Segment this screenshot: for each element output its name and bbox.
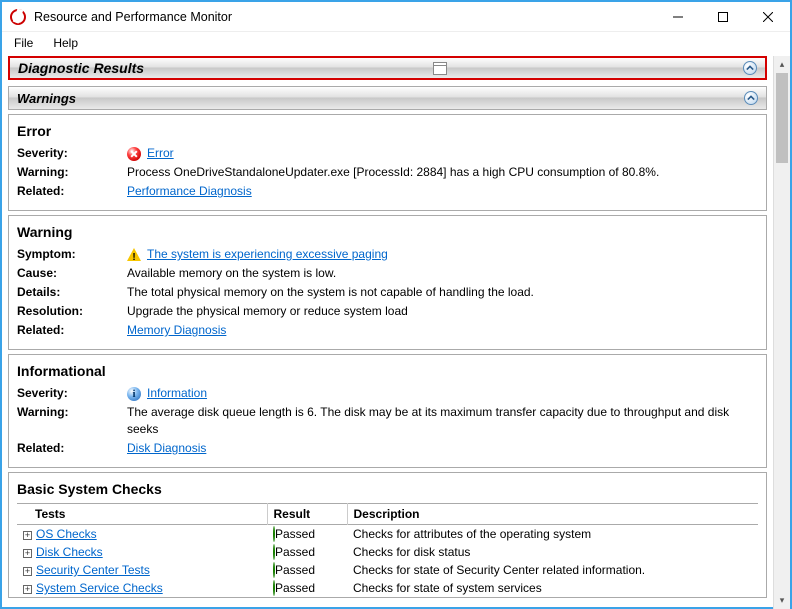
- test-name-link[interactable]: Security Center Tests: [36, 563, 150, 577]
- symptom-link[interactable]: The system is experiencing excessive pag…: [147, 246, 388, 263]
- report-content: Diagnostic Results Warnings Error Severi…: [2, 56, 773, 609]
- info-icon: [127, 387, 141, 401]
- test-name-link[interactable]: Disk Checks: [36, 545, 103, 559]
- label-warning: Warning:: [17, 164, 127, 181]
- related-link-performance[interactable]: Performance Diagnosis: [127, 183, 252, 200]
- panel-heading: Informational: [17, 363, 758, 379]
- warning-text: Process OneDriveStandaloneUpdater.exe [P…: [127, 164, 758, 181]
- expand-icon[interactable]: +: [23, 549, 32, 558]
- severity-link[interactable]: Information: [147, 385, 207, 402]
- label-related: Related:: [17, 322, 127, 339]
- description-text: Checks for state of Security Center rela…: [347, 561, 758, 579]
- table-row[interactable]: + OS Checks Passed Checks for attributes …: [17, 525, 758, 544]
- label-severity: Severity:: [17, 145, 127, 162]
- severity-link[interactable]: Error: [147, 145, 174, 162]
- label-details: Details:: [17, 284, 127, 301]
- error-icon: [127, 147, 141, 161]
- expand-icon[interactable]: +: [23, 531, 32, 540]
- description-text: Checks for attributes of the operating s…: [347, 525, 758, 544]
- related-link-memory[interactable]: Memory Diagnosis: [127, 322, 226, 339]
- checks-table: Tests Result Description + OS Checks Pass…: [17, 503, 758, 597]
- informational-panel: Informational Severity: Information Warn…: [8, 354, 767, 468]
- result-text: Passed: [275, 527, 315, 541]
- resolution-text: Upgrade the physical memory or reduce sy…: [127, 303, 758, 320]
- minimize-button[interactable]: [655, 2, 700, 31]
- expand-icon[interactable]: +: [23, 567, 32, 576]
- table-row[interactable]: + Disk Checks Passed Checks for disk stat…: [17, 543, 758, 561]
- cause-text: Available memory on the system is low.: [127, 265, 758, 282]
- description-text: Checks for disk status: [347, 543, 758, 561]
- related-link-disk[interactable]: Disk Diagnosis: [127, 440, 206, 457]
- expand-icon[interactable]: +: [23, 585, 32, 594]
- section-title: Warnings: [17, 91, 76, 106]
- app-icon: [10, 9, 26, 25]
- error-panel: Error Severity: Error Warning: Process O…: [8, 114, 767, 211]
- label-warning: Warning:: [17, 404, 127, 421]
- warning-icon: [127, 248, 141, 261]
- scroll-track[interactable]: [774, 73, 790, 592]
- section-title: Diagnostic Results: [18, 60, 144, 76]
- col-result[interactable]: Result: [267, 504, 347, 525]
- label-resolution: Resolution:: [17, 303, 127, 320]
- table-row[interactable]: + System Service Checks Passed Checks for…: [17, 579, 758, 597]
- maximize-button[interactable]: [700, 2, 745, 31]
- calendar-icon: [433, 62, 447, 75]
- result-text: Passed: [275, 545, 315, 559]
- scroll-down-icon[interactable]: ▾: [774, 592, 791, 609]
- window-controls: [655, 2, 790, 31]
- vertical-scrollbar[interactable]: ▴ ▾: [773, 56, 790, 609]
- panel-heading: Warning: [17, 224, 758, 240]
- scroll-thumb[interactable]: [776, 73, 788, 163]
- warning-panel: Warning Symptom: The system is experienc…: [8, 215, 767, 350]
- close-button[interactable]: [745, 2, 790, 31]
- label-related: Related:: [17, 440, 127, 457]
- description-text: Checks for state of system services: [347, 579, 758, 597]
- col-description[interactable]: Description: [347, 504, 758, 525]
- table-header-row: Tests Result Description: [17, 504, 758, 525]
- label-symptom: Symptom:: [17, 246, 127, 263]
- section-header-warnings[interactable]: Warnings: [8, 86, 767, 110]
- collapse-icon[interactable]: [743, 61, 757, 75]
- label-cause: Cause:: [17, 265, 127, 282]
- test-name-link[interactable]: System Service Checks: [36, 581, 163, 595]
- label-severity: Severity:: [17, 385, 127, 402]
- panel-heading: Basic System Checks: [17, 481, 758, 497]
- panel-heading: Error: [17, 123, 758, 139]
- table-row[interactable]: + Security Center Tests Passed Checks for…: [17, 561, 758, 579]
- col-tests[interactable]: Tests: [17, 504, 267, 525]
- menu-bar: File Help: [2, 32, 790, 56]
- scroll-up-icon[interactable]: ▴: [774, 56, 791, 73]
- menu-file[interactable]: File: [10, 34, 37, 52]
- result-text: Passed: [275, 563, 315, 577]
- collapse-icon[interactable]: [744, 91, 758, 105]
- window-title: Resource and Performance Monitor: [34, 10, 655, 24]
- warning-text: The average disk queue length is 6. The …: [127, 404, 758, 438]
- menu-help[interactable]: Help: [49, 34, 82, 52]
- basic-system-checks-panel: Basic System Checks Tests Result Descrip…: [8, 472, 767, 598]
- result-text: Passed: [275, 581, 315, 595]
- details-text: The total physical memory on the system …: [127, 284, 758, 301]
- title-bar: Resource and Performance Monitor: [2, 2, 790, 32]
- section-header-diagnostic-results[interactable]: Diagnostic Results: [8, 56, 767, 80]
- label-related: Related:: [17, 183, 127, 200]
- test-name-link[interactable]: OS Checks: [36, 527, 97, 541]
